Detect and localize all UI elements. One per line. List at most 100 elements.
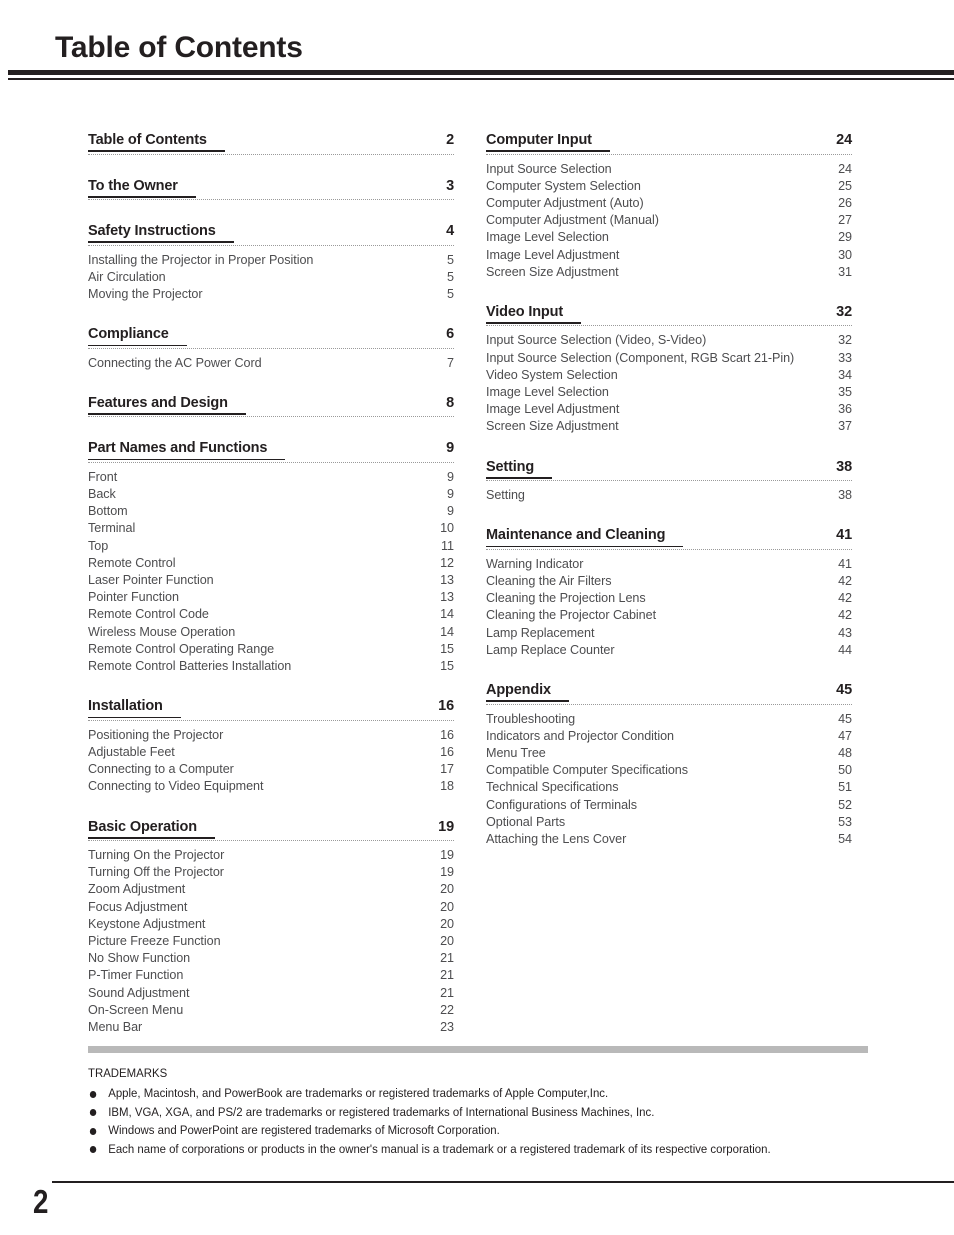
toc-entry[interactable]: Laser Pointer Function 13: [88, 572, 454, 589]
toc-entry[interactable]: P-Timer Function 21: [88, 967, 454, 984]
toc-entry[interactable]: Back 9: [88, 486, 454, 503]
toc-section-page: 8: [446, 394, 454, 411]
toc-entry[interactable]: Installing the Projector in Proper Posit…: [88, 252, 454, 269]
toc-entry-list: Installing the Projector in Proper Posit…: [88, 252, 454, 304]
toc-entry[interactable]: Technical Specifications 51: [486, 779, 852, 796]
toc-entry[interactable]: Turning Off the Projector 19: [88, 864, 454, 881]
toc-entry[interactable]: Image Level Selection 35: [486, 384, 852, 401]
toc-entry[interactable]: Menu Tree 48: [486, 745, 852, 762]
toc-entry[interactable]: Menu Bar 23: [88, 1019, 454, 1036]
toc-section-title: Part Names and Functions: [88, 440, 268, 457]
toc-entry-title: Computer System Selection: [486, 178, 641, 193]
trademark-item: Apple, Macintosh, and PowerBook are trad…: [88, 1084, 806, 1103]
toc-entry[interactable]: Sound Adjustment 21: [88, 985, 454, 1002]
toc-entry-page: 20: [440, 916, 454, 931]
toc-section-dotted-rule: [88, 244, 454, 246]
toc-section: Features and Design 8: [88, 394, 454, 418]
toc-entry[interactable]: Picture Freeze Function 20: [88, 933, 454, 950]
toc-entry[interactable]: Input Source Selection (Video, S-Video) 3…: [486, 332, 852, 349]
toc-entry[interactable]: Lamp Replace Counter 44: [486, 642, 852, 659]
toc-entry[interactable]: Indicators and Projector Condition 47: [486, 728, 852, 745]
toc-entry[interactable]: Cleaning the Projection Lens 42: [486, 590, 852, 607]
toc-entry[interactable]: Remote Control Code 14: [88, 606, 454, 623]
toc-entry[interactable]: Image Level Adjustment 30: [486, 247, 852, 264]
toc-section-dotted-rule: [486, 153, 852, 155]
toc-entry[interactable]: Troubleshooting 45: [486, 711, 852, 728]
toc-section-dotted-rule: [486, 480, 852, 482]
toc-section-heading[interactable]: Part Names and Functions 9: [88, 439, 454, 461]
toc-section-heading[interactable]: Video Input 32: [486, 303, 852, 324]
toc-entry[interactable]: Image Level Selection 29: [486, 229, 852, 246]
toc-section-heading[interactable]: Appendix 45: [486, 681, 852, 703]
toc-entry[interactable]: Input Source Selection 24: [486, 161, 852, 178]
toc-section-heading[interactable]: Safety Instructions 4: [88, 222, 454, 243]
toc-entry[interactable]: Connecting the AC Power Cord 7: [88, 355, 454, 372]
toc-entry[interactable]: Video System Selection 34: [486, 367, 852, 384]
toc-entry[interactable]: Remote Control 12: [88, 555, 454, 572]
toc-entry[interactable]: Adjustable Feet 16: [88, 744, 454, 761]
toc-entry[interactable]: Screen Size Adjustment 31: [486, 264, 852, 281]
toc-entry-title: No Show Function: [88, 951, 191, 966]
toc-entry-page: 15: [440, 641, 454, 656]
toc-section-title: Setting: [486, 458, 535, 475]
toc-entry[interactable]: Cleaning the Air Filters 42: [486, 573, 852, 590]
toc-entry-page: 12: [440, 555, 454, 570]
toc-entry-page: 54: [838, 831, 852, 846]
toc-entry[interactable]: Computer Adjustment (Manual) 27: [486, 212, 852, 229]
toc-section-heading[interactable]: Features and Design 8: [88, 394, 454, 415]
toc-section-heading[interactable]: Setting 38: [486, 458, 852, 479]
toc-entry[interactable]: Compatible Computer Specifications 50: [486, 762, 852, 779]
toc-entry[interactable]: Positioning the Projector 16: [88, 727, 454, 744]
toc-entry[interactable]: Terminal 10: [88, 520, 454, 537]
toc-entry[interactable]: Setting 38: [486, 487, 852, 504]
toc-entry[interactable]: Optional Parts 53: [486, 814, 852, 831]
toc-entry[interactable]: Lamp Replacement 43: [486, 625, 852, 642]
page-title: Table of Contents: [55, 31, 303, 64]
toc-entry[interactable]: Moving the Projector 5: [88, 286, 454, 303]
toc-entry[interactable]: Front 9: [88, 469, 454, 486]
toc-entry[interactable]: Image Level Adjustment 36: [486, 401, 852, 418]
toc-entry[interactable]: Bottom 9: [88, 503, 454, 520]
toc-entry[interactable]: Configurations of Terminals 52: [486, 797, 852, 814]
toc-entry-title: Input Source Selection: [486, 161, 612, 176]
toc-entry[interactable]: Screen Size Adjustment 37: [486, 418, 852, 435]
toc-section-heading[interactable]: Maintenance and Cleaning 41: [486, 526, 852, 548]
toc-entry[interactable]: Pointer Function 13: [88, 589, 454, 606]
toc-entry[interactable]: Remote Control Batteries Installation 15: [88, 658, 454, 675]
toc-section-page: 3: [446, 177, 454, 194]
toc-entry[interactable]: Connecting to Video Equipment 18: [88, 778, 454, 795]
toc-entry-title: Lamp Replace Counter: [486, 642, 615, 657]
toc-entry[interactable]: On-Screen Menu 22: [88, 1002, 454, 1019]
toc-entry[interactable]: No Show Function 21: [88, 950, 454, 967]
toc-entry[interactable]: Warning Indicator 41: [486, 556, 852, 573]
toc-section-heading[interactable]: Computer Input 24: [486, 131, 852, 152]
toc-entry[interactable]: Connecting to a Computer 17: [88, 761, 454, 778]
toc-entry[interactable]: Input Source Selection (Component, RGB S…: [486, 350, 852, 367]
toc-entry-page: 13: [440, 573, 454, 588]
toc-entry[interactable]: Remote Control Operating Range 15: [88, 641, 454, 658]
toc-entry[interactable]: Zoom Adjustment 20: [88, 881, 454, 898]
toc-section-heading[interactable]: Basic Operation 19: [88, 818, 454, 839]
toc-entry-title: Connecting to Video Equipment: [88, 779, 264, 794]
toc-entry[interactable]: Focus Adjustment 20: [88, 899, 454, 916]
toc-entry-page: 24: [838, 161, 852, 176]
toc-entry[interactable]: Air Circulation 5: [88, 269, 454, 286]
toc-entry[interactable]: Computer System Selection 25: [486, 178, 852, 195]
trademark-item-text: Apple, Macintosh, and PowerBook are trad…: [108, 1086, 609, 1100]
toc-entry[interactable]: Wireless Mouse Operation 14: [88, 624, 454, 641]
toc-section-heading[interactable]: Table of Contents 2: [88, 131, 454, 152]
toc-section-heading[interactable]: Compliance 6: [88, 325, 454, 347]
toc-section-heading[interactable]: To the Owner 3: [88, 177, 454, 198]
toc-section-page: 9: [446, 440, 454, 457]
trademarks-heading: TRADEMARKS: [88, 1066, 168, 1080]
toc-section-heading[interactable]: Installation 16: [88, 697, 454, 719]
toc-entry[interactable]: Cleaning the Projector Cabinet 42: [486, 607, 852, 624]
toc-entry[interactable]: Turning On the Projector 19: [88, 847, 454, 864]
toc-entry[interactable]: Computer Adjustment (Auto) 26: [486, 195, 852, 212]
toc-entry[interactable]: Top 11: [88, 538, 454, 555]
bullet-icon: [89, 1146, 97, 1153]
toc-entry[interactable]: Attaching the Lens Cover 54: [486, 831, 852, 848]
toc-section-title: Compliance: [88, 326, 169, 343]
toc-entry[interactable]: Keystone Adjustment 20: [88, 916, 454, 933]
toc-section-underline: [88, 836, 215, 839]
